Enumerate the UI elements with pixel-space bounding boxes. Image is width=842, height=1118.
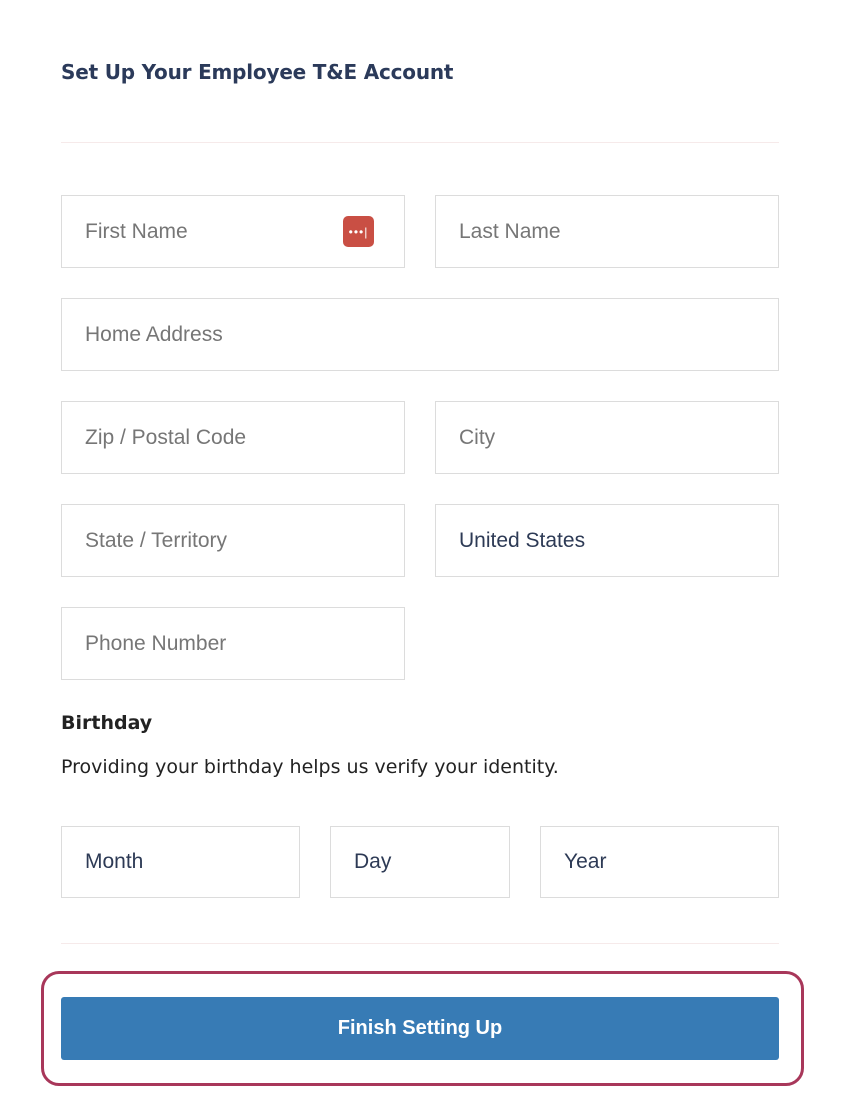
state-input[interactable]: State / Territory (61, 504, 405, 577)
state-placeholder: State / Territory (85, 528, 227, 552)
country-select[interactable]: United States (435, 504, 779, 577)
day-select[interactable]: Day (330, 826, 510, 898)
last-name-placeholder: Last Name (459, 219, 561, 243)
month-value: Month (85, 850, 144, 873)
divider (61, 142, 779, 143)
phone-input[interactable]: Phone Number (61, 607, 405, 680)
password-dots-icon[interactable]: •••| (343, 216, 374, 247)
first-name-placeholder: First Name (85, 219, 188, 243)
home-address-input[interactable]: Home Address (61, 298, 779, 371)
country-value: United States (459, 528, 586, 552)
birthday-help-text: Providing your birthday helps us verify … (61, 756, 559, 778)
phone-placeholder: Phone Number (85, 631, 227, 655)
month-select[interactable]: Month (61, 826, 300, 898)
year-select[interactable]: Year (540, 826, 779, 898)
birthday-label: Birthday (61, 712, 153, 734)
day-value: Day (354, 850, 392, 873)
year-value: Year (564, 850, 607, 873)
page-title: Set Up Your Employee T&E Account (61, 60, 454, 84)
last-name-input[interactable]: Last Name (435, 195, 779, 268)
city-input[interactable]: City (435, 401, 779, 474)
city-placeholder: City (459, 425, 496, 449)
zip-placeholder: Zip / Postal Code (85, 425, 247, 449)
divider (61, 943, 779, 944)
first-name-input[interactable]: First Name •••| (61, 195, 405, 268)
zip-input[interactable]: Zip / Postal Code (61, 401, 405, 474)
home-address-placeholder: Home Address (85, 322, 223, 346)
finish-setting-up-button[interactable]: Finish Setting Up (61, 997, 779, 1060)
